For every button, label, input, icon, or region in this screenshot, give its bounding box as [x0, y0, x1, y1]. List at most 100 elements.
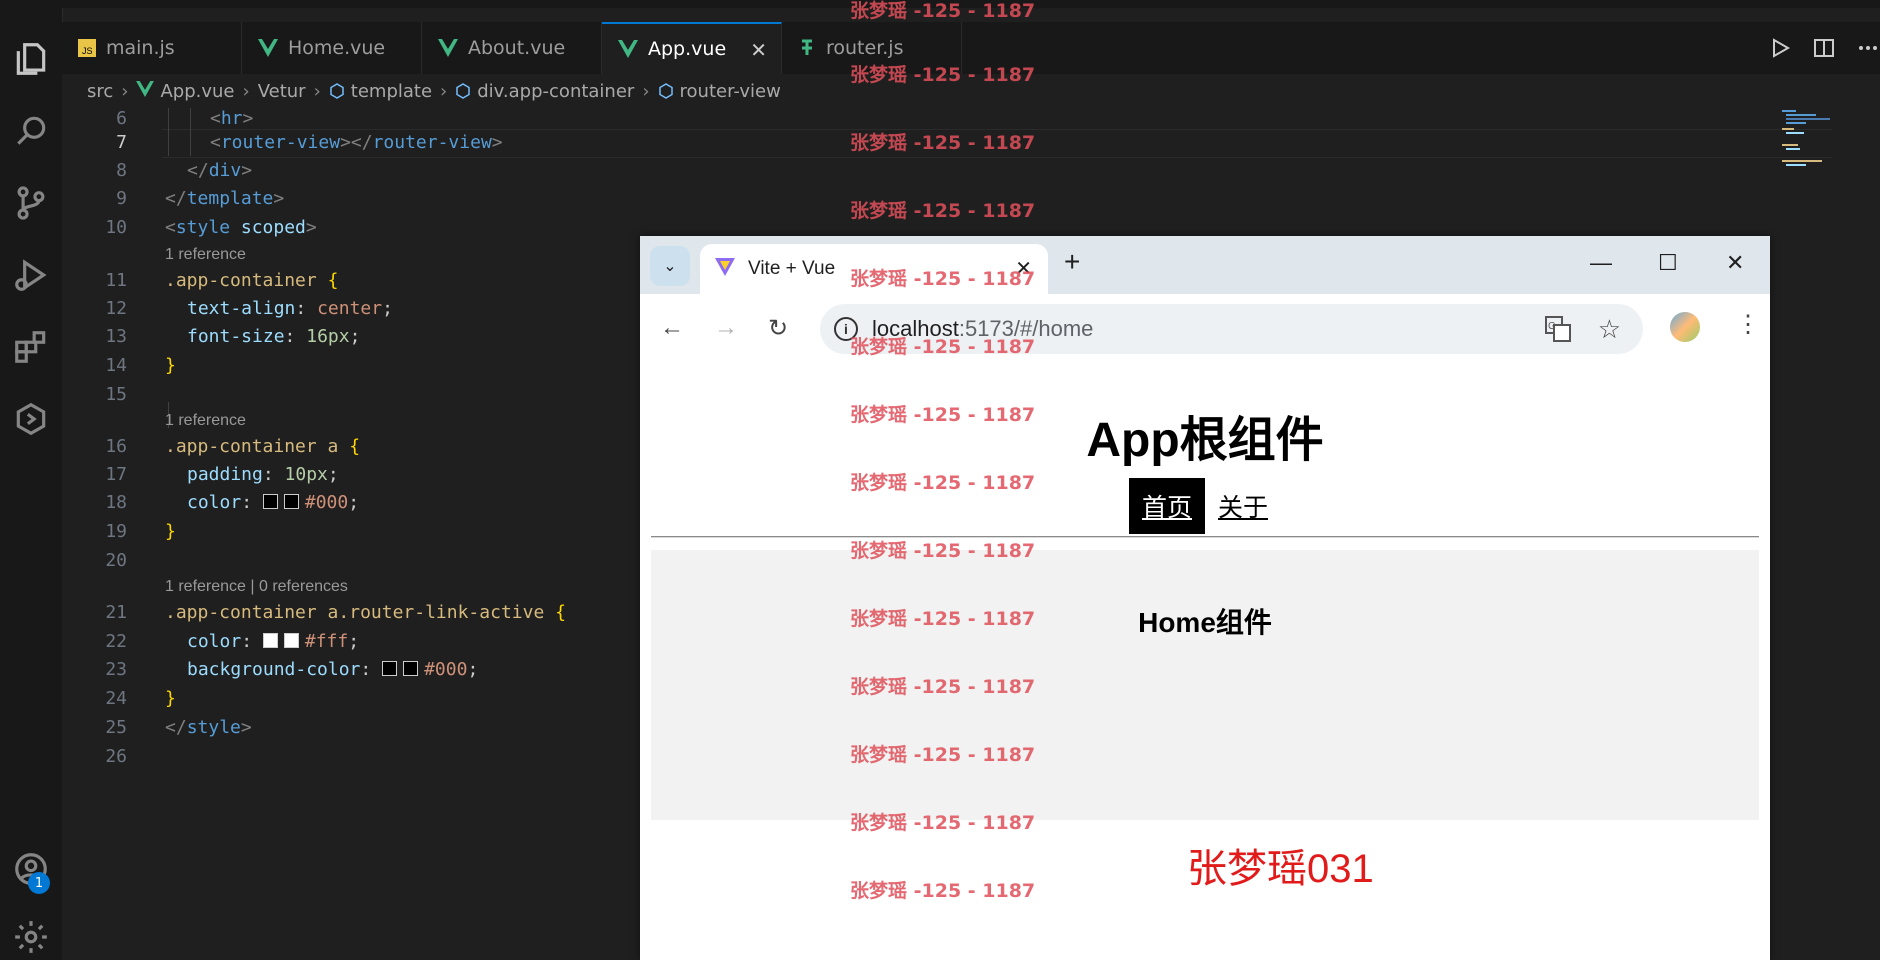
breadcrumb-item[interactable]: Vetur	[258, 81, 306, 102]
minimap[interactable]	[1780, 108, 1880, 208]
bookmark-star-icon[interactable]: ☆	[1598, 314, 1621, 345]
code-line: text-align: center;	[187, 298, 393, 319]
code-line: </template>	[165, 188, 285, 209]
tab-label: router.js	[826, 37, 904, 59]
line-number: 24	[105, 688, 127, 709]
breadcrumb-item[interactable]: template	[351, 81, 432, 102]
watermark-text: 张梦瑶 -125 - 1187	[850, 744, 1036, 766]
color-swatch[interactable]	[262, 494, 278, 509]
breadcrumb-item[interactable]: src	[87, 81, 113, 102]
app-title: App根组件	[1086, 414, 1324, 467]
activity-bar: 1	[0, 8, 63, 960]
browser-tab-title: Vite + Vue	[748, 258, 836, 279]
line-number: 8	[116, 160, 127, 181]
line-number: 7	[116, 132, 127, 153]
app-nav: 首页 关于	[640, 478, 1770, 534]
close-icon[interactable]: ✕	[750, 38, 767, 62]
explorer-icon[interactable]	[8, 36, 54, 82]
reload-icon[interactable]: ↻	[768, 314, 788, 343]
remote-explorer-icon[interactable]	[8, 396, 54, 442]
line-number: 17	[105, 464, 127, 485]
line-number: 6	[116, 108, 127, 129]
watermark-text: 张梦瑶 -125 - 1187	[850, 812, 1036, 834]
line-number: 20	[105, 550, 127, 571]
watermark-text: 张梦瑶 -125 - 1187	[850, 268, 1036, 290]
line-number: 25	[105, 717, 127, 738]
color-swatch[interactable]	[283, 633, 299, 648]
split-editor-icon[interactable]	[1812, 36, 1836, 64]
vue-file-icon	[618, 40, 638, 58]
new-tab-button[interactable]: +	[1064, 246, 1080, 278]
code-line: .app-container a.router-link-active {	[165, 602, 566, 623]
code-line: }	[165, 688, 176, 709]
line-number: 22	[105, 631, 127, 652]
chevron-right-icon: ›	[642, 80, 650, 102]
watermark-text: 张梦瑶 -125 - 1187	[850, 336, 1036, 358]
line-number: 23	[105, 659, 127, 680]
run-debug-icon[interactable]	[8, 252, 54, 298]
tab-about-vue[interactable]: About.vue	[422, 22, 602, 74]
signature-text: 张梦瑶031	[1187, 847, 1374, 891]
nav-link-about[interactable]: 关于	[1205, 478, 1281, 534]
watermark-text: 张梦瑶 -125 - 1187	[850, 540, 1036, 562]
extensions-icon[interactable]	[8, 324, 54, 370]
tab-main-js[interactable]: JS main.js	[62, 22, 242, 74]
element-icon	[329, 83, 345, 99]
divider	[651, 536, 1759, 538]
translate-icon[interactable]: G	[1545, 316, 1571, 347]
svg-text:G: G	[1548, 321, 1556, 332]
profile-avatar[interactable]	[1670, 312, 1700, 342]
maximize-icon[interactable]: ☐	[1658, 250, 1678, 276]
vue-file-icon	[258, 39, 278, 57]
codelens-reference[interactable]: 1 reference	[165, 412, 246, 430]
line-number: 14	[105, 355, 127, 376]
line-number: 12	[105, 298, 127, 319]
vue-file-icon	[136, 80, 155, 102]
element-icon	[658, 83, 674, 99]
chevron-right-icon: ›	[121, 80, 129, 102]
breadcrumb-item[interactable]: App.vue	[160, 81, 234, 102]
watermark-text: 张梦瑶 -125 - 1187	[850, 404, 1036, 426]
tab-label: App.vue	[648, 38, 727, 60]
chevron-right-icon: ›	[440, 80, 448, 102]
svg-text:JS: JS	[82, 46, 93, 56]
codelens-reference[interactable]: 1 reference	[165, 246, 246, 264]
chevron-down-icon: ⌄	[663, 258, 677, 275]
line-number: 13	[105, 326, 127, 347]
code-line: <style scoped>	[165, 217, 317, 238]
back-arrow-icon[interactable]: ←	[660, 314, 684, 342]
code-line: </div>	[187, 160, 253, 181]
breadcrumb-item[interactable]: div.app-container	[477, 81, 634, 102]
more-actions-icon[interactable]	[1856, 36, 1880, 64]
indent-guide	[190, 108, 191, 156]
account-badge: 1	[28, 872, 50, 894]
color-swatch[interactable]	[283, 494, 299, 509]
line-number: 19	[105, 521, 127, 542]
tab-home-vue[interactable]: Home.vue	[242, 22, 422, 74]
nav-link-home[interactable]: 首页	[1128, 478, 1205, 534]
source-control-icon[interactable]	[8, 180, 54, 226]
code-line: background-color: #000;	[187, 659, 479, 680]
run-icon[interactable]	[1768, 36, 1792, 64]
line-number: 26	[105, 746, 127, 767]
close-window-icon[interactable]: ✕	[1726, 250, 1744, 276]
breadcrumb-item[interactable]: router-view	[680, 81, 781, 102]
tab-label: About.vue	[468, 37, 566, 59]
color-swatch[interactable]	[403, 661, 419, 676]
chevron-right-icon: ›	[242, 80, 250, 102]
codelens-reference[interactable]: 1 reference | 0 references	[165, 578, 348, 596]
watermark-text: 张梦瑶 -125 - 1187	[850, 608, 1036, 630]
color-swatch[interactable]	[262, 633, 278, 648]
tab-search-dropdown[interactable]: ⌄	[650, 246, 690, 286]
tab-app-vue[interactable]: App.vue ✕	[602, 22, 782, 74]
watermark-text: 张梦瑶 -125 - 1187	[850, 132, 1036, 154]
settings-gear-icon[interactable]	[8, 914, 54, 960]
line-number: 9	[116, 188, 127, 209]
color-swatch[interactable]	[382, 661, 398, 676]
browser-menu-icon[interactable]: ⋮	[1736, 310, 1760, 339]
forward-arrow-icon[interactable]: →	[714, 314, 738, 342]
search-icon[interactable]	[8, 108, 54, 154]
code-line: padding: 10px;	[187, 464, 339, 485]
minimize-icon[interactable]: —	[1590, 250, 1612, 276]
browser-tab-strip: ⌄ Vite + Vue ✕ + — ☐ ✕	[640, 236, 1770, 294]
